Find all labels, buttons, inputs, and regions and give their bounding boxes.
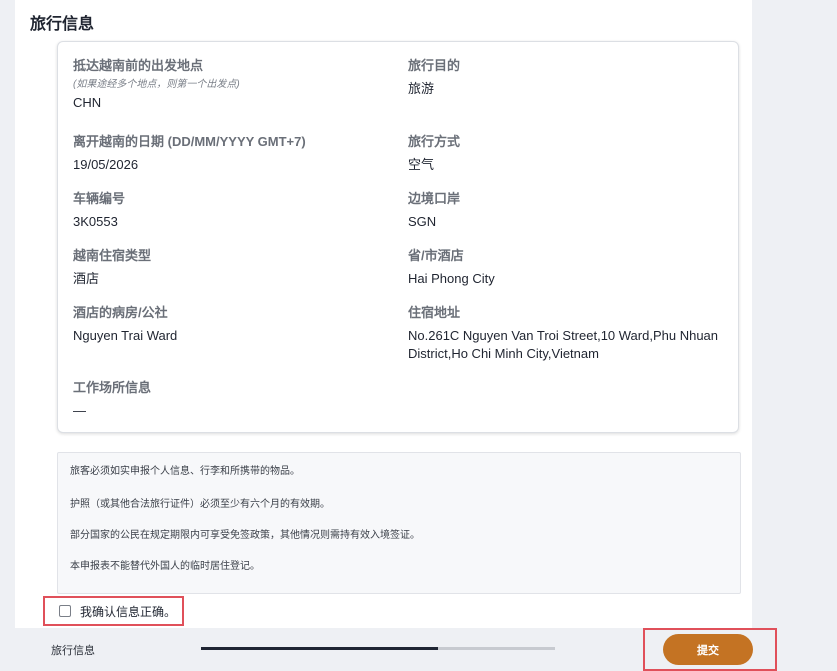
field-label: 越南住宿类型	[73, 248, 152, 263]
field-value: 旅游	[408, 81, 435, 96]
field-label: 边境口岸	[408, 191, 461, 206]
field-label: 旅行目的	[408, 58, 461, 73]
progress-fill	[201, 647, 439, 650]
progress-bar	[201, 647, 555, 650]
submit-button[interactable]: 提交	[663, 634, 753, 665]
field-value: —	[73, 403, 86, 418]
field-label: 工作场所信息	[73, 380, 152, 395]
field-travel-mode: 旅行方式 空气	[408, 134, 728, 174]
field-travel-purpose: 旅行目的 旅游	[408, 58, 728, 98]
field-province-hotel: 省/市酒店 Hai Phong City	[408, 248, 728, 288]
field-vehicle-number: 车辆编号 3K0553	[73, 191, 393, 231]
field-value: Nguyen Trai Ward	[73, 328, 178, 343]
field-accommodation-address: 住宿地址 No.261C Nguyen Van Troi Street,10 W…	[408, 305, 726, 363]
notice-line: 本申报表不能替代外国人的临时居住登记。	[70, 561, 260, 572]
field-hotel-ward: 酒店的病房/公社 Nguyen Trai Ward	[73, 305, 393, 345]
field-label: 酒店的病房/公社	[73, 305, 168, 320]
field-label: 省/市酒店	[408, 248, 464, 263]
field-workplace-info: 工作场所信息 —	[73, 380, 393, 420]
field-accommodation-type: 越南住宿类型 酒店	[73, 248, 393, 288]
field-label: 旅行方式	[408, 134, 461, 149]
field-label: 抵达越南前的出发地点	[73, 58, 204, 73]
notice-line: 旅客必须如实申报个人信息、行李和所携带的物品。	[70, 466, 300, 477]
field-departure-date: 离开越南的日期 (DD/MM/YYYY GMT+7) 19/05/2026	[73, 134, 393, 174]
field-value: CHN	[73, 95, 102, 110]
field-value: Hai Phong City	[408, 271, 495, 286]
travel-info-card: 抵达越南前的出发地点 (如果途经多个地点，则第一个出发点) CHN 旅行目的 旅…	[57, 41, 739, 433]
field-border-gate: 边境口岸 SGN	[408, 191, 728, 231]
field-departure-point: 抵达越南前的出发地点 (如果途经多个地点，则第一个出发点) CHN	[73, 58, 393, 112]
field-value: 19/05/2026	[73, 157, 139, 172]
confirm-label[interactable]: 我确认信息正确。	[80, 603, 176, 620]
notice-box: 旅客必须如实申报个人信息、行李和所携带的物品。 护照（或其他合法旅行证件）必须至…	[57, 452, 741, 594]
field-value: No.261C Nguyen Van Troi Street,10 Ward,P…	[408, 328, 719, 361]
footer-step-label: 旅行信息	[51, 645, 95, 657]
confirm-checkbox-row[interactable]: 我确认信息正确。	[43, 596, 184, 626]
field-label: 车辆编号	[73, 191, 126, 206]
confirm-checkbox[interactable]	[59, 605, 71, 617]
field-value: 空气	[408, 157, 435, 172]
notice-line: 部分国家的公民在规定期限内可享受免签政策，其他情况则需持有效入境签证。	[70, 530, 420, 541]
field-value: SGN	[408, 214, 437, 229]
field-value: 3K0553	[73, 214, 118, 229]
notice-line: 护照（或其他合法旅行证件）必须至少有六个月的有效期。	[70, 499, 330, 510]
section-title: 旅行信息	[30, 16, 95, 33]
field-label: 住宿地址	[408, 305, 461, 320]
field-value: 酒店	[73, 271, 100, 286]
field-hint: (如果途经多个地点，则第一个出发点)	[73, 79, 240, 90]
field-label: 离开越南的日期 (DD/MM/YYYY GMT+7)	[73, 134, 306, 149]
